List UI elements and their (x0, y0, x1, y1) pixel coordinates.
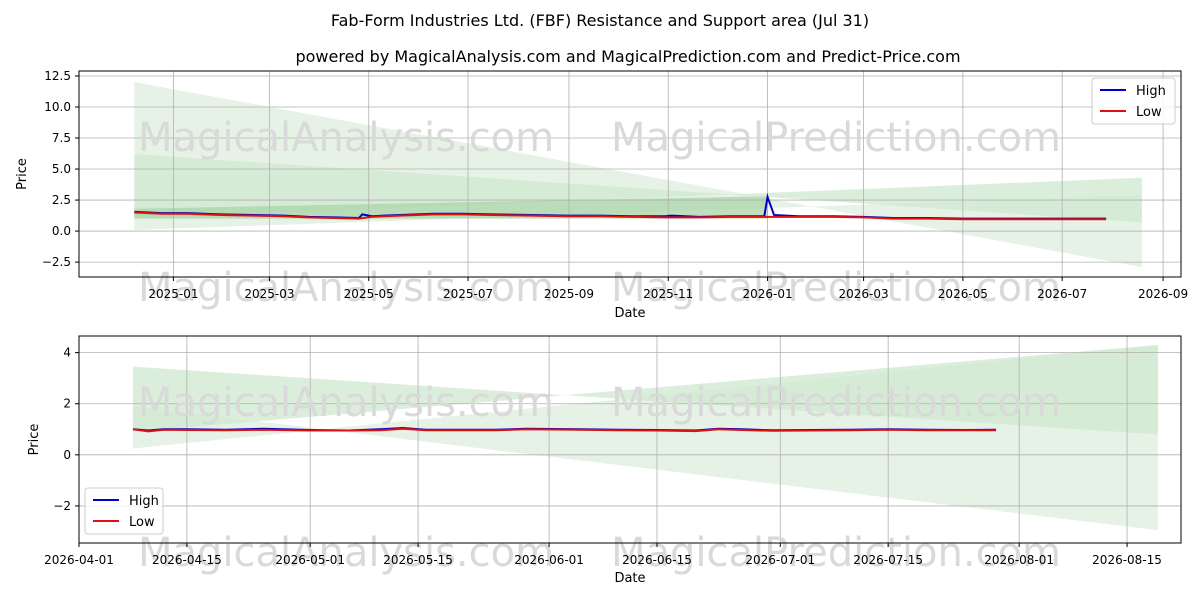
y-tick-label: 2.5 (52, 193, 71, 207)
chart-subtitle: powered by MagicalAnalysis.com and Magic… (295, 47, 960, 66)
y-tick-label: 7.5 (52, 131, 71, 145)
x-tick-label: 2026-07-01 (745, 553, 815, 567)
y-tick-label: 5.0 (52, 162, 71, 176)
x-tick-label: 2026-03 (839, 287, 889, 301)
x-tick-label: 2025-09 (544, 287, 594, 301)
x-axis-label: Date (614, 306, 645, 321)
legend: High Low (1091, 77, 1176, 125)
x-tick-label: 2026-06-01 (514, 553, 584, 567)
x-tick-label: 2025-01 (148, 287, 198, 301)
y-tick-label: 10.0 (44, 100, 71, 114)
x-tick-label: 2026-05 (938, 287, 988, 301)
bottom-chart: MagicalAnalysis.com MagicalPrediction.com… (27, 335, 1182, 586)
x-tick-label: 2026-07 (1037, 287, 1087, 301)
y-tick-label: 4 (63, 346, 71, 360)
y-axis-label: Price (27, 424, 42, 456)
x-tick-label: 2026-08-15 (1092, 553, 1162, 567)
legend-label-high: High (129, 494, 159, 509)
x-tick-label: 2026-04-01 (44, 553, 114, 567)
x-tick-label: 2025-11 (643, 287, 693, 301)
plot-area (79, 71, 1181, 277)
x-tick-label: 2026-05-15 (383, 553, 453, 567)
watermark-text: MagicalAnalysis.com (138, 115, 554, 161)
x-axis-label: Date (614, 571, 645, 586)
x-tick-label: 2026-01 (742, 287, 792, 301)
x-tick-label: 2026-04-15 (152, 553, 222, 567)
watermark-text: MagicalAnalysis.com (138, 380, 554, 426)
watermark-text: MagicalPrediction.com (611, 115, 1061, 161)
legend-label-low: Low (1136, 105, 1162, 120)
y-tick-label: −2.5 (42, 255, 71, 269)
plot-area (79, 336, 1181, 543)
x-tick-label: 2026-08-01 (984, 553, 1054, 567)
y-tick-label: 2 (63, 397, 71, 411)
chart-title: Fab-Form Industries Ltd. (FBF) Resistanc… (331, 11, 869, 30)
top-chart: MagicalAnalysis.com MagicalPrediction.com… (15, 69, 1188, 321)
legend-label-high: High (1136, 84, 1166, 99)
legend: High Low (84, 487, 164, 535)
x-tick-label: 2025-05 (344, 287, 394, 301)
watermark-text: MagicalPrediction.com (611, 380, 1061, 426)
x-tick-label: 2026-05-01 (275, 553, 345, 567)
x-tick-label: 2026-09 (1138, 287, 1188, 301)
y-tick-label: 0 (63, 448, 71, 462)
y-tick-label: 0.0 (52, 224, 71, 238)
y-axis-label: Price (15, 158, 30, 190)
x-tick-label: 2025-03 (244, 287, 294, 301)
x-tick-label: 2025-07 (443, 287, 493, 301)
x-tick-label: 2026-06-15 (622, 553, 692, 567)
y-tick-label: −2 (53, 499, 71, 513)
x-tick-label: 2026-07-15 (853, 553, 923, 567)
y-tick-label: 12.5 (44, 69, 71, 83)
legend-label-low: Low (129, 515, 155, 530)
figure: Fab-Form Industries Ltd. (FBF) Resistanc… (15, 11, 1188, 586)
